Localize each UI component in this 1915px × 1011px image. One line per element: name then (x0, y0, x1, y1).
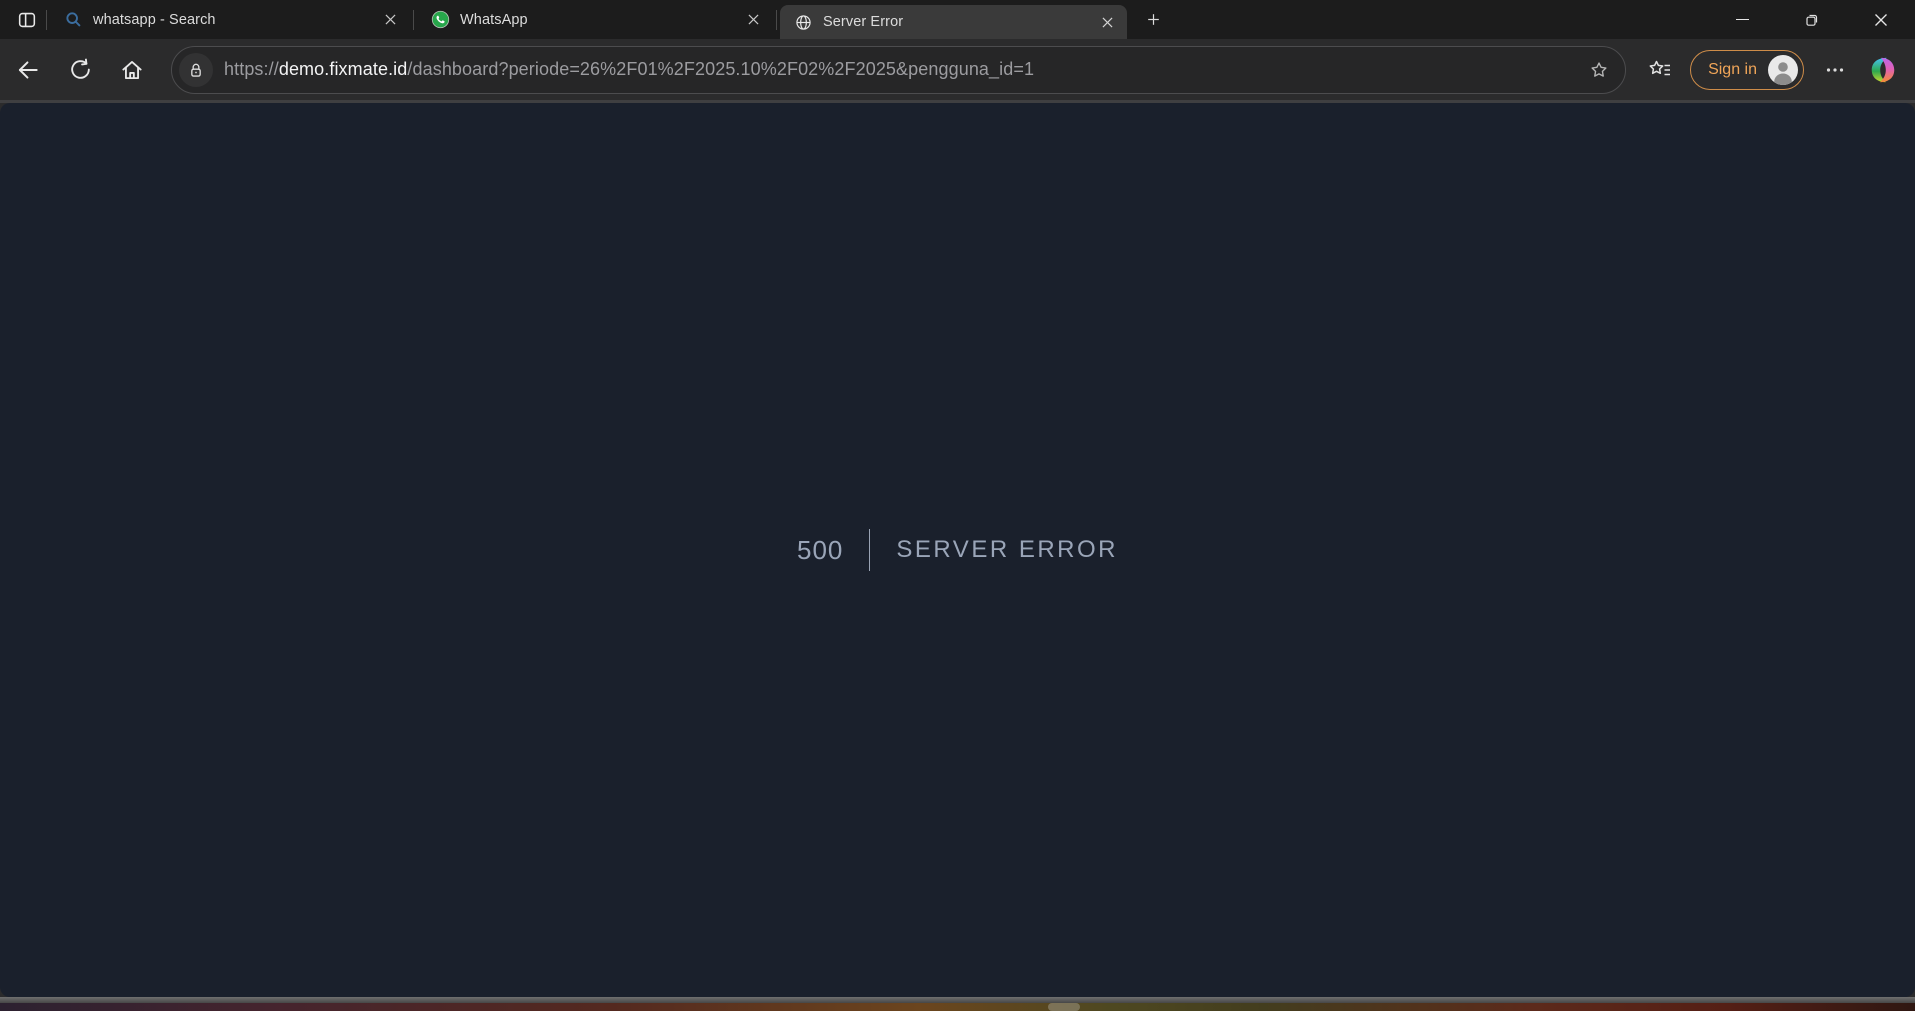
refresh-icon (68, 57, 93, 82)
window-controls (1708, 0, 1915, 39)
home-icon (119, 57, 145, 83)
tab-close-button[interactable] (378, 8, 402, 32)
url-scheme: https:// (224, 59, 279, 79)
avatar-icon (1768, 55, 1798, 85)
close-icon (1874, 13, 1888, 27)
favorites-icon (1647, 57, 1673, 83)
new-tab-icon (1145, 11, 1162, 28)
star-icon (1588, 59, 1610, 81)
url-domain: demo.fixmate.id (279, 59, 408, 79)
close-icon (385, 14, 396, 25)
tab-actions-icon (16, 9, 38, 31)
tab-close-button[interactable] (1095, 10, 1119, 34)
copilot-button[interactable] (1865, 50, 1901, 90)
server-error-message: 500 SERVER ERROR (797, 529, 1118, 571)
favorites-button[interactable] (1640, 50, 1680, 90)
sign-in-label: Sign in (1708, 61, 1757, 79)
add-favorite-button[interactable] (1581, 52, 1617, 88)
minimize-icon (1736, 19, 1749, 21)
tab-actions-menu-button[interactable] (11, 5, 43, 35)
restore-icon (1804, 12, 1820, 28)
copilot-icon (1868, 55, 1898, 85)
url-path: /dashboard?periode=26%2F01%2F2025.10%2F0… (407, 59, 1034, 79)
whatsapp-icon (430, 10, 450, 30)
minimize-button[interactable] (1708, 0, 1777, 39)
tab-whatsapp-search[interactable]: whatsapp - Search (50, 0, 410, 39)
restore-button[interactable] (1777, 0, 1846, 39)
home-button[interactable] (111, 49, 153, 91)
close-icon (748, 14, 759, 25)
tab-separator (776, 10, 777, 30)
error-message: SERVER ERROR (896, 536, 1118, 564)
back-icon (15, 57, 41, 83)
refresh-button[interactable] (59, 49, 101, 91)
tab-title: whatsapp - Search (93, 12, 370, 28)
site-info-button[interactable] (179, 53, 213, 87)
back-button[interactable] (7, 49, 49, 91)
web-content: 500 SERVER ERROR (0, 103, 1915, 997)
browser-window: whatsapp - Search WhatsApp (0, 0, 1915, 1003)
tab-title: WhatsApp (460, 12, 733, 28)
lock-icon (186, 60, 206, 80)
tab-server-error[interactable]: Server Error (780, 5, 1127, 39)
globe-icon (793, 12, 813, 32)
taskbar-peek (1048, 1003, 1080, 1011)
search-icon (63, 10, 83, 30)
tab-separator (46, 10, 47, 30)
error-divider (869, 529, 870, 571)
settings-more-button[interactable] (1818, 51, 1852, 89)
new-tab-button[interactable] (1136, 5, 1170, 35)
close-icon (1102, 17, 1113, 28)
window-bottom-edge (0, 997, 1915, 1003)
url-text: https://demo.fixmate.id/dashboard?period… (224, 59, 1571, 80)
error-code: 500 (797, 535, 843, 566)
tab-whatsapp[interactable]: WhatsApp (417, 0, 773, 39)
tab-title: Server Error (823, 14, 1087, 30)
address-bar[interactable]: https://demo.fixmate.id/dashboard?period… (171, 46, 1626, 94)
tab-strip: whatsapp - Search WhatsApp (0, 0, 1915, 39)
navigation-toolbar: https://demo.fixmate.id/dashboard?period… (0, 39, 1915, 103)
sign-in-button[interactable]: Sign in (1690, 50, 1804, 90)
more-icon (1825, 60, 1845, 80)
tab-separator (413, 10, 414, 30)
tab-close-button[interactable] (741, 8, 765, 32)
close-button[interactable] (1846, 0, 1915, 39)
